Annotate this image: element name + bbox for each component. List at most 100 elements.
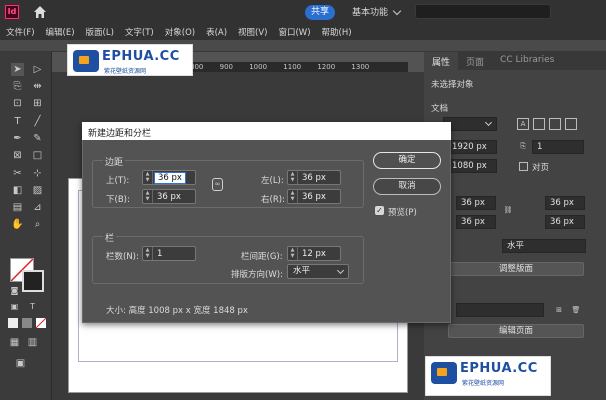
spin-arrows-icon[interactable]: ▲ ▼ bbox=[143, 190, 153, 203]
page-tool-icon[interactable]: ⎘ bbox=[11, 80, 24, 93]
page-size-text: 大小: 高度 1008 px x 宽度 1848 px bbox=[106, 306, 248, 316]
panel-margin-right-field[interactable]: 36 px bbox=[545, 215, 585, 229]
portrait-icon[interactable] bbox=[533, 118, 545, 130]
ruler-tick: 1000 bbox=[249, 63, 268, 71]
default-colors-icon[interactable]: ◙ bbox=[8, 284, 21, 297]
menu-layout[interactable]: 版面(L) bbox=[86, 26, 114, 38]
preview-checkbox[interactable]: ✓ bbox=[375, 206, 384, 215]
spin-arrows-icon[interactable]: ▲ ▼ bbox=[288, 247, 298, 260]
tab-pages[interactable]: 页面 bbox=[458, 52, 492, 70]
ruler-tick: 900 bbox=[219, 63, 233, 71]
tab-properties[interactable]: 属性 bbox=[424, 52, 459, 70]
spin-arrows-icon[interactable]: ▲ ▼ bbox=[143, 171, 153, 184]
pencil-tool-icon[interactable]: ✎ bbox=[31, 132, 44, 145]
gap-tool-icon[interactable]: ⇹ bbox=[31, 80, 44, 93]
menu-file[interactable]: 文件(F) bbox=[6, 26, 35, 38]
line-tool-icon[interactable]: ╱ bbox=[31, 115, 44, 128]
menu-type[interactable]: 文字(T) bbox=[125, 26, 154, 38]
selection-tool-icon[interactable]: ➤ bbox=[11, 63, 24, 76]
type-tool-icon[interactable]: T bbox=[11, 115, 24, 128]
page-count-field[interactable]: 1 bbox=[532, 140, 584, 154]
right-margin-value[interactable]: 36 px bbox=[298, 192, 326, 202]
stroke-swatch[interactable] bbox=[22, 270, 44, 292]
document-width-field[interactable]: 1920 px bbox=[447, 140, 497, 154]
apply-color-icon[interactable] bbox=[8, 318, 18, 328]
hand-tool-icon[interactable]: ✋ bbox=[11, 218, 24, 231]
formatting-text-icon[interactable]: T bbox=[26, 300, 39, 313]
left-margin-field[interactable]: ▲ ▼ 36 px bbox=[287, 170, 341, 185]
screen-mode-icon[interactable]: ▣ bbox=[14, 357, 27, 370]
spin-arrows-icon[interactable]: ▲ ▼ bbox=[288, 171, 298, 184]
free-transform-tool-icon[interactable]: ⊹ bbox=[31, 167, 44, 180]
gutter-value[interactable]: 12 px bbox=[298, 249, 326, 259]
columns-icon[interactable] bbox=[565, 118, 577, 130]
menu-edit[interactable]: 编辑(E) bbox=[46, 26, 75, 38]
rectangle-frame-tool-icon[interactable]: ⊠ bbox=[11, 149, 24, 162]
workspace-switcher[interactable]: 基本功能 bbox=[352, 5, 388, 18]
logo-mark-icon bbox=[73, 50, 99, 72]
spin-arrows-icon[interactable]: ▲ ▼ bbox=[143, 247, 153, 260]
direction-value: 水平 bbox=[293, 266, 311, 276]
edit-page-button[interactable]: 编辑页面 bbox=[448, 324, 584, 338]
landscape-icon[interactable] bbox=[549, 118, 561, 130]
menu-table[interactable]: 表(A) bbox=[206, 26, 227, 38]
content-collector-icon[interactable]: ⊡ bbox=[11, 97, 24, 110]
preview-mode-icon[interactable]: ▥ bbox=[26, 336, 39, 349]
content-placer-icon[interactable]: ⊞ bbox=[31, 97, 44, 110]
bottom-margin-value[interactable]: 36 px bbox=[153, 192, 181, 202]
columns-count-field[interactable]: ▲ ▼ 1 bbox=[142, 246, 196, 261]
note-tool-icon[interactable]: ▤ bbox=[11, 201, 24, 214]
menu-help[interactable]: 帮助(H) bbox=[322, 26, 352, 38]
left-margin-value[interactable]: 36 px bbox=[298, 173, 326, 183]
top-margin-field[interactable]: ▲ ▼ 36 px bbox=[142, 170, 196, 185]
preview-label: 预览(P) bbox=[388, 208, 417, 218]
master-page-select[interactable] bbox=[456, 303, 544, 317]
left-margin-label: 左(L): bbox=[261, 176, 284, 186]
bottom-margin-field[interactable]: ▲ ▼ 36 px bbox=[142, 189, 196, 204]
zoom-tool-icon[interactable]: ⌕ bbox=[31, 218, 44, 231]
spin-arrows-icon[interactable]: ▲ ▼ bbox=[288, 190, 298, 203]
panel-margin-top-field[interactable]: 36 px bbox=[456, 196, 496, 210]
apply-gradient-icon[interactable] bbox=[22, 318, 32, 328]
tab-cc-libraries[interactable]: CC Libraries bbox=[492, 52, 562, 70]
adjust-layout-button[interactable]: 调整版面 bbox=[448, 262, 584, 276]
panel-margin-bottom-field[interactable]: 36 px bbox=[456, 215, 496, 229]
gradient-swatch-tool-icon[interactable]: ◧ bbox=[11, 184, 24, 197]
panel-orientation-select[interactable]: 水平 bbox=[502, 239, 586, 253]
link-icon[interactable]: ⛓ bbox=[502, 205, 514, 217]
ok-button[interactable]: 确定 bbox=[373, 152, 441, 169]
delete-page-icon[interactable]: 🗑 bbox=[570, 305, 582, 317]
scissors-tool-icon[interactable]: ✂ bbox=[11, 167, 24, 180]
panel-margin-left-field[interactable]: 36 px bbox=[545, 196, 585, 210]
right-margin-field[interactable]: ▲ ▼ 36 px bbox=[287, 189, 341, 204]
text-frame-icon[interactable]: A bbox=[517, 118, 529, 130]
share-button[interactable]: 共享 bbox=[305, 5, 335, 20]
direct-selection-tool-icon[interactable]: ▷ bbox=[31, 63, 44, 76]
home-icon[interactable] bbox=[33, 5, 47, 19]
columns-count-value[interactable]: 1 bbox=[153, 249, 162, 259]
document-height-field[interactable]: 1080 px bbox=[447, 159, 497, 173]
apply-none-icon[interactable] bbox=[35, 317, 47, 329]
formatting-container-icon[interactable]: ▣ bbox=[8, 300, 21, 313]
menu-window[interactable]: 窗口(W) bbox=[278, 26, 310, 38]
gradient-feather-tool-icon[interactable]: ▨ bbox=[31, 184, 44, 197]
horizontal-ruler: 800 900 1000 1100 1200 1300 1400 bbox=[190, 62, 408, 72]
normal-view-icon[interactable]: ▦ bbox=[8, 336, 21, 349]
rectangle-tool-icon[interactable]: □ bbox=[31, 149, 44, 162]
cancel-button[interactable]: 取消 bbox=[373, 178, 441, 195]
search-input[interactable] bbox=[415, 4, 551, 19]
document-preset-select[interactable] bbox=[443, 117, 497, 131]
menu-view[interactable]: 视图(V) bbox=[238, 26, 267, 38]
dialog-title: 新建边距和分栏 bbox=[88, 129, 152, 139]
gutter-field[interactable]: ▲ ▼ 12 px bbox=[287, 246, 341, 261]
facing-pages-checkbox[interactable] bbox=[519, 162, 528, 171]
eyedropper-tool-icon[interactable]: ⊿ bbox=[31, 201, 44, 214]
pen-tool-icon[interactable]: ✒ bbox=[11, 132, 24, 145]
top-margin-value[interactable]: 36 px bbox=[154, 171, 186, 184]
link-margins-icon[interactable]: ∞ bbox=[212, 178, 223, 191]
menu-object[interactable]: 对象(O) bbox=[165, 26, 195, 38]
add-page-icon[interactable]: ⊞ bbox=[553, 305, 565, 317]
indesign-app-icon[interactable]: Id bbox=[5, 5, 19, 19]
pages-icon: ⎘ bbox=[520, 142, 526, 150]
direction-select[interactable]: 水平 bbox=[287, 264, 349, 279]
